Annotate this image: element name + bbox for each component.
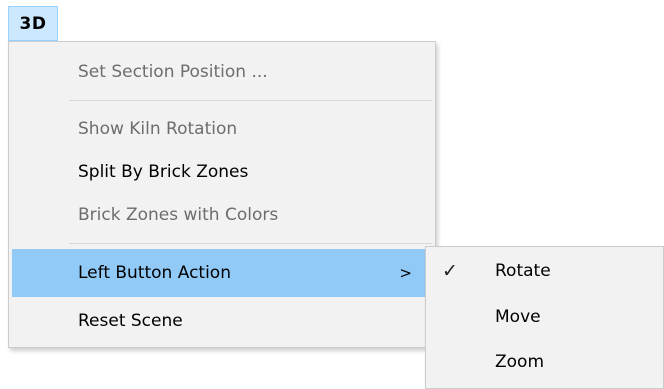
submenu-item-label: Rotate [495, 261, 551, 281]
submenu-item-rotate[interactable]: ✓ Rotate [429, 249, 660, 293]
menu-item-reset-scene[interactable]: Reset Scene [12, 297, 432, 345]
menu-item-set-section-position: Set Section Position ... [12, 48, 432, 96]
menubar-item-3d[interactable]: 3D [8, 6, 58, 41]
menu-item-label: Reset Scene [78, 311, 183, 331]
left-button-action-submenu: ✓ Rotate Move Zoom [425, 246, 664, 389]
submenu-item-move[interactable]: Move [429, 295, 660, 339]
menu-item-label: Brick Zones with Colors [78, 205, 279, 225]
menu-item-left-button-action[interactable]: Left Button Action > [12, 249, 432, 297]
submenu-item-zoom[interactable]: Zoom [429, 340, 660, 384]
submenu-item-label: Move [495, 307, 541, 327]
menu-item-label: Split By Brick Zones [78, 162, 249, 182]
3d-dropdown-menu: Set Section Position ... Show Kiln Rotat… [8, 41, 436, 348]
menu-separator [69, 100, 432, 101]
chevron-right-icon: > [399, 264, 412, 282]
menu-item-show-kiln-rotation: Show Kiln Rotation [12, 105, 432, 153]
menu-item-brick-zones-with-colors: Brick Zones with Colors [12, 191, 432, 239]
menu-item-split-by-brick-zones[interactable]: Split By Brick Zones [12, 148, 432, 196]
checkmark-icon: ✓ [442, 260, 458, 282]
app-stage: 3D Set Section Position ... Show Kiln Ro… [0, 0, 664, 389]
submenu-item-label: Zoom [495, 352, 545, 372]
menu-item-label: Left Button Action [78, 263, 231, 283]
menu-item-label: Set Section Position ... [78, 62, 268, 82]
menu-item-label: Show Kiln Rotation [78, 119, 238, 139]
menu-separator [69, 243, 432, 244]
